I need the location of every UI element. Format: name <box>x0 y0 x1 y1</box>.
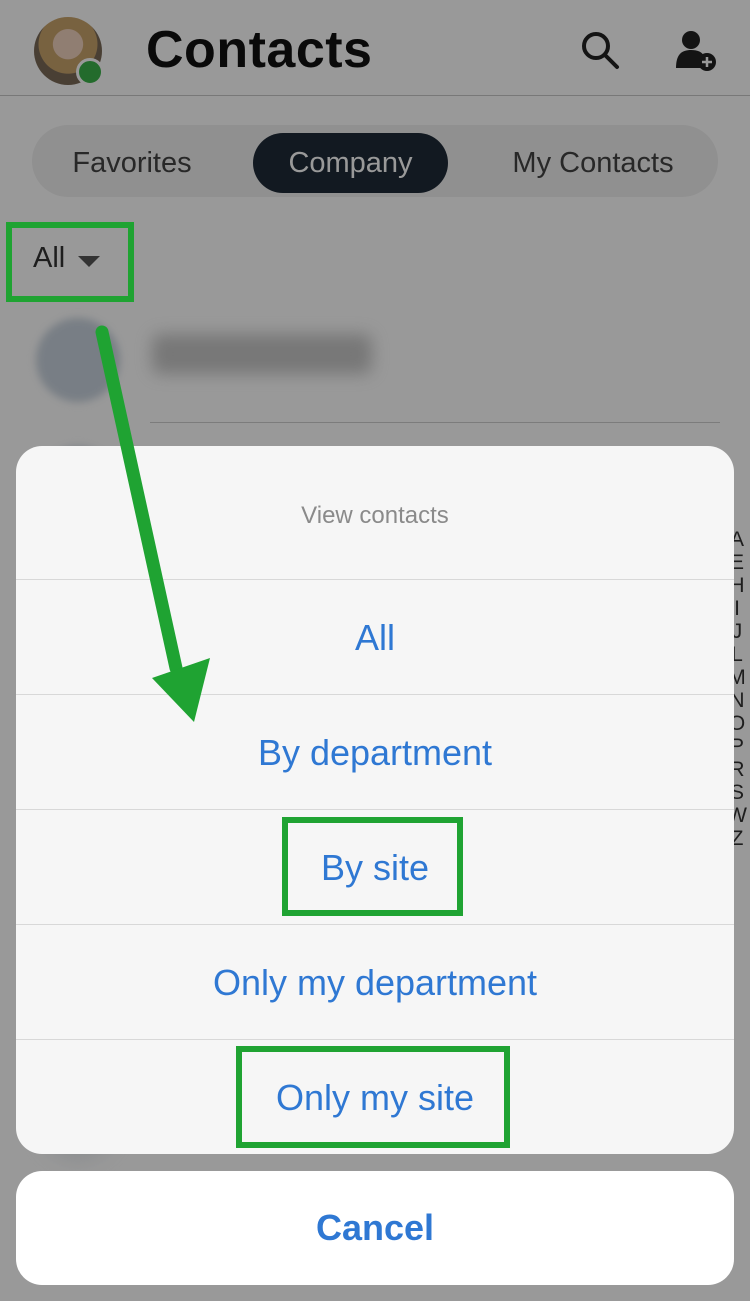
annotation-arrow <box>95 325 210 722</box>
